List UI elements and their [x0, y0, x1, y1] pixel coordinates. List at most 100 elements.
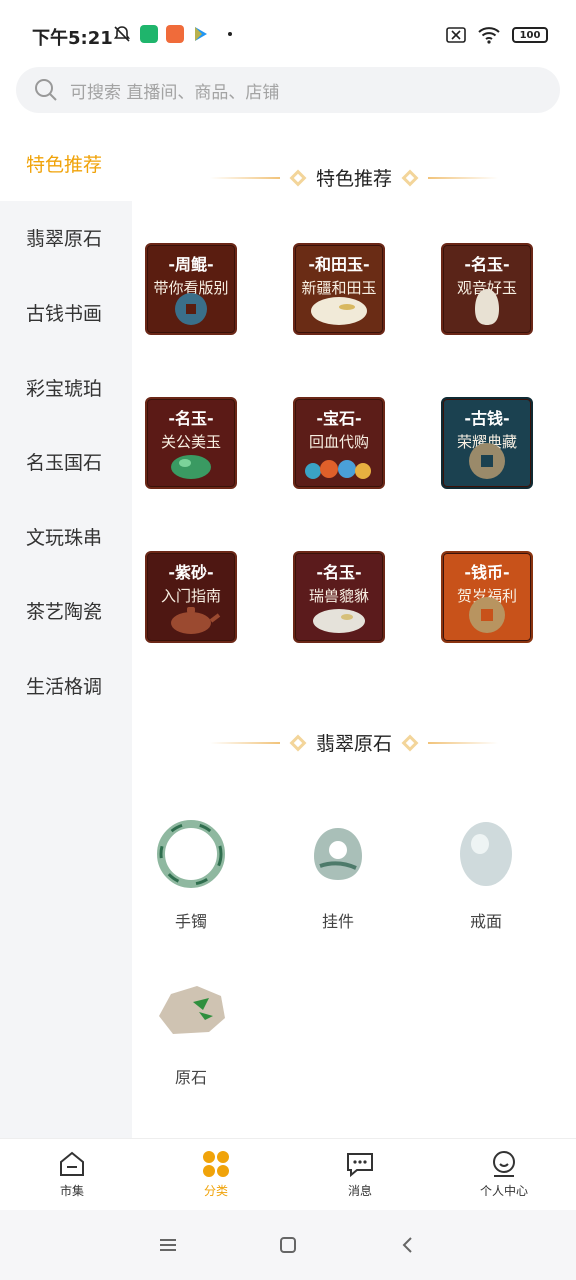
green-jade-carving-icon — [171, 455, 211, 479]
card-heading: -宝石- — [316, 409, 362, 428]
status-bar: 下午5:21 100 — [0, 0, 576, 66]
featured-card[interactable]: -周鲲- 带你看版别 — [145, 243, 237, 335]
nav-market[interactable]: 市集 — [0, 1139, 144, 1210]
nav-label: 消息 — [347, 1184, 372, 1198]
sidebar-item-label: 名玉国石 — [26, 452, 103, 475]
product-category-bracelet[interactable]: 手镯 — [136, 816, 246, 932]
sidebar-item-label: 文玩珠串 — [26, 526, 103, 549]
section-title: 特色推荐 — [315, 168, 392, 190]
hetian-jade-icon — [311, 297, 367, 325]
sidebar-item-famous-jade[interactable]: 名玉国石 — [0, 424, 132, 499]
featured-card[interactable]: -名玉- 瑞兽貔貅 — [293, 551, 385, 643]
diamond-ornament-icon — [401, 169, 419, 186]
search-bar[interactable]: 可搜索 直播间、商品、店铺 — [16, 67, 560, 113]
sidebar-item-label: 茶艺陶瓷 — [26, 601, 103, 624]
card-heading: -名玉- — [168, 409, 214, 428]
status-time: 下午5:21 — [32, 28, 113, 49]
status-system-icons: 100 — [446, 26, 548, 44]
sidebar-item-coins-art[interactable]: 古钱书画 — [0, 275, 132, 350]
product-label: 戒面 — [469, 912, 502, 931]
category-sidebar: 特色推荐 翡翠原石 古钱书画 彩宝琥珀 名玉国石 文玩珠串 茶艺陶瓷 生活格调 — [0, 126, 132, 1138]
category-icon — [203, 1151, 229, 1177]
card-heading: -名玉- — [316, 563, 362, 582]
diamond-ornament-icon — [289, 734, 307, 751]
featured-card[interactable]: -钱币- 贺岁福利 — [441, 551, 533, 643]
featured-card[interactable]: -宝石- 回血代购 — [293, 397, 385, 489]
coin-icon — [469, 597, 505, 633]
pixiu-jade-icon — [313, 609, 365, 633]
system-navigation-bar — [0, 1210, 576, 1280]
sidebar-item-featured[interactable]: 特色推荐 — [0, 126, 132, 201]
featured-card[interactable]: -紫砂- 入门指南 — [145, 551, 237, 643]
card-heading: -周鲲- — [168, 255, 214, 274]
nav-label: 市集 — [59, 1184, 84, 1198]
battery-icon: 100 — [512, 27, 548, 43]
market-icon — [60, 1151, 84, 1176]
product-category-pendant[interactable]: 挂件 — [283, 816, 393, 932]
mute-bell-icon — [113, 26, 131, 42]
card-heading: -紫砂- — [168, 563, 214, 582]
ancient-coin-icon — [175, 293, 207, 325]
featured-card[interactable]: -和田玉- 新疆和田玉 — [293, 243, 385, 335]
product-category-raw-stone[interactable]: 原石 — [136, 972, 246, 1088]
card-heading: -古钱- — [464, 409, 510, 428]
card-heading: -钱币- — [464, 563, 510, 582]
divider-line — [209, 176, 280, 179]
sidebar-item-label: 特色推荐 — [26, 153, 103, 176]
featured-card[interactable]: -名玉- 观音好玉 — [441, 243, 533, 335]
menu-icon[interactable] — [158, 1235, 178, 1255]
nav-label: 个人中心 — [479, 1184, 528, 1198]
product-label: 挂件 — [321, 912, 354, 931]
nav-messages[interactable]: 消息 — [288, 1139, 432, 1210]
gem-beads-icon — [305, 460, 371, 479]
nav-profile[interactable]: 个人中心 — [432, 1139, 576, 1210]
section-title: 翡翠原石 — [315, 733, 392, 755]
jade-pendant-icon — [314, 828, 362, 880]
card-heading: -和田玉- — [308, 255, 370, 274]
sidebar-item-lifestyle[interactable]: 生活格调 — [0, 648, 132, 723]
play-store-icon — [195, 27, 207, 41]
ancient-coin-icon — [469, 443, 505, 479]
search-icon — [35, 79, 57, 101]
no-sim-icon — [446, 27, 466, 43]
sidebar-item-label: 彩宝琥珀 — [26, 377, 103, 400]
sidebar-item-beads[interactable]: 文玩珠串 — [0, 499, 132, 574]
message-icon — [347, 1153, 373, 1178]
divider-line — [209, 741, 280, 744]
section-header-jade-raw: 翡翠原石 — [132, 729, 576, 756]
profile-icon — [493, 1151, 515, 1177]
status-notification-icons — [112, 24, 232, 44]
sidebar-item-gems-amber[interactable]: 彩宝琥珀 — [0, 350, 132, 425]
teapot-icon — [171, 607, 221, 634]
sidebar-item-label: 生活格调 — [26, 675, 103, 698]
sidebar-item-label: 翡翠原石 — [26, 228, 103, 251]
nav-category[interactable]: 分类 — [144, 1139, 288, 1210]
section-header-featured: 特色推荐 — [132, 164, 576, 191]
sidebar-item-tea-ceramics[interactable]: 茶艺陶瓷 — [0, 574, 132, 649]
product-category-cabochon[interactable]: 戒面 — [431, 816, 541, 932]
divider-line — [428, 741, 498, 744]
product-label: 原石 — [174, 1068, 207, 1087]
bottom-navigation: 市集 分类 消息 个人中心 — [0, 1138, 576, 1210]
back-icon[interactable] — [398, 1235, 418, 1255]
home-square-icon[interactable] — [278, 1235, 298, 1255]
cabochon-icon — [460, 822, 512, 886]
card-subtitle: 回血代购 — [308, 433, 369, 451]
more-notifications-dot — [228, 32, 232, 36]
product-label: 手镯 — [174, 912, 207, 931]
card-heading: -名玉- — [464, 255, 510, 274]
diamond-ornament-icon — [289, 169, 307, 186]
sidebar-item-jade-raw[interactable]: 翡翠原石 — [0, 201, 132, 276]
featured-card[interactable]: -古钱- 荣耀典藏 — [441, 397, 533, 489]
bracelet-icon — [157, 820, 225, 888]
app-shield-icon — [140, 25, 158, 43]
raw-stone-icon — [159, 986, 225, 1034]
diamond-ornament-icon — [401, 734, 419, 751]
guanyin-jade-icon — [475, 289, 499, 325]
sidebar-item-label: 古钱书画 — [26, 302, 103, 325]
app-store-icon — [166, 25, 184, 43]
featured-card[interactable]: -名玉- 关公美玉 — [145, 397, 237, 489]
category-content: 特色推荐 -周鲲- 带你看版别 -和田玉- 新疆和田玉 -名玉- 观音好玉 -名… — [132, 126, 576, 1138]
nav-label: 分类 — [203, 1184, 228, 1198]
divider-line — [428, 176, 498, 179]
